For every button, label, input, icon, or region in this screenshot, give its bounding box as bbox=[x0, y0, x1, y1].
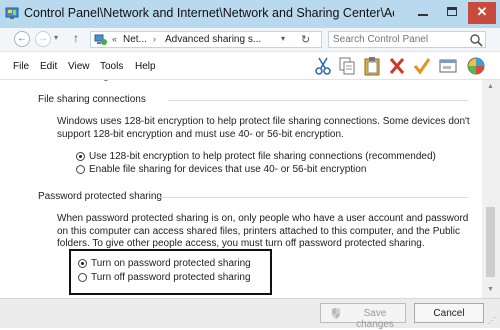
checkmark-icon[interactable] bbox=[412, 56, 432, 76]
breadcrumb-advanced-sharing[interactable]: Advanced sharing s... bbox=[165, 34, 261, 45]
globe-icon[interactable] bbox=[466, 56, 486, 76]
highlight-outline: Turn on password protected sharing Turn … bbox=[69, 249, 272, 295]
password-sharing-description: When password protected sharing is on, o… bbox=[57, 213, 469, 250]
network-location-icon bbox=[94, 34, 107, 45]
maximize-button[interactable] bbox=[444, 5, 462, 21]
save-changes-button[interactable]: Save changes bbox=[320, 303, 406, 330]
file-sharing-description: Windows uses 128-bit encryption to help … bbox=[57, 116, 470, 140]
search-box[interactable] bbox=[328, 31, 486, 48]
title-bar: Control Panel\Network and Internet\Netwo… bbox=[0, 0, 500, 28]
radio-button[interactable] bbox=[78, 273, 87, 282]
delete-icon[interactable] bbox=[387, 56, 407, 76]
recent-locations-dropdown[interactable]: ▾ bbox=[54, 33, 58, 42]
breadcrumb-network[interactable]: Net... bbox=[123, 34, 147, 45]
radio-button-selected[interactable] bbox=[78, 259, 87, 268]
search-icon[interactable] bbox=[469, 33, 483, 47]
copy-icon[interactable] bbox=[337, 56, 357, 76]
radio-turn-on-password-sharing[interactable]: Turn on password protected sharing bbox=[78, 258, 263, 270]
menu-edit[interactable]: Edit bbox=[40, 61, 57, 72]
minimize-button[interactable] bbox=[414, 5, 432, 21]
search-input[interactable] bbox=[333, 33, 463, 46]
properties-icon[interactable] bbox=[438, 56, 458, 76]
cut-icon[interactable] bbox=[313, 56, 333, 76]
uac-shield-icon bbox=[332, 308, 340, 319]
window-title: Control Panel\Network and Internet\Netwo… bbox=[24, 6, 394, 20]
menu-view[interactable]: View bbox=[68, 61, 90, 72]
address-bar: ← → ▾ ↑ « Net... › Advanced sharing s...… bbox=[0, 28, 500, 52]
scrollbar-thumb[interactable] bbox=[486, 207, 495, 277]
vertical-scrollbar[interactable]: ▲ ▼ bbox=[482, 80, 500, 298]
menu-bar: File Edit View Tools Help bbox=[0, 52, 500, 80]
back-button[interactable]: ← bbox=[14, 31, 30, 47]
section-divider bbox=[160, 197, 468, 198]
refresh-icon[interactable]: ↻ bbox=[301, 33, 310, 46]
radio-40-56-bit-encryption[interactable]: Enable file sharing for devices that use… bbox=[76, 164, 376, 176]
save-changes-label: Save changes bbox=[356, 308, 394, 330]
radio-button-selected[interactable] bbox=[76, 152, 85, 161]
radio-label[interactable]: Turn off password protected sharing bbox=[91, 272, 251, 283]
address-dropdown-icon[interactable]: ▾ bbox=[281, 34, 285, 43]
scroll-down-arrow-icon[interactable]: ▼ bbox=[487, 286, 494, 293]
resize-grip-icon[interactable]: ⋰ bbox=[488, 316, 496, 325]
cancel-button[interactable]: Cancel bbox=[414, 303, 484, 323]
address-box[interactable]: « Net... › Advanced sharing s... ▾ ↻ bbox=[90, 31, 322, 48]
radio-128-bit-encryption[interactable]: Use 128-bit encryption to help protect f… bbox=[76, 151, 436, 163]
up-button[interactable]: ↑ bbox=[73, 31, 79, 45]
menu-help[interactable]: Help bbox=[135, 61, 156, 72]
radio-label[interactable]: Turn on password protected sharing bbox=[91, 258, 251, 269]
control-panel-icon bbox=[5, 7, 19, 19]
scroll-up-arrow-icon[interactable]: ▲ bbox=[487, 83, 494, 90]
file-sharing-heading: File sharing connections bbox=[38, 94, 146, 105]
paste-icon[interactable] bbox=[362, 56, 382, 76]
forward-button[interactable]: → bbox=[35, 31, 51, 47]
menu-file[interactable]: File bbox=[13, 61, 29, 72]
password-sharing-heading: Password protected sharing bbox=[38, 191, 162, 202]
menu-tools[interactable]: Tools bbox=[100, 61, 123, 72]
clipped-link-fragment: File sharing connections bbox=[57, 80, 192, 85]
button-bar: Save changes Cancel bbox=[0, 298, 500, 330]
radio-label[interactable]: Enable file sharing for devices that use… bbox=[89, 164, 366, 175]
close-button[interactable]: ✕ bbox=[468, 2, 496, 24]
radio-button[interactable] bbox=[76, 165, 85, 174]
breadcrumb-overflow[interactable]: « bbox=[112, 34, 117, 44]
breadcrumb-separator[interactable]: › bbox=[153, 34, 156, 44]
radio-turn-off-password-sharing[interactable]: Turn off password protected sharing bbox=[78, 272, 263, 284]
section-divider bbox=[168, 100, 468, 101]
radio-label[interactable]: Use 128-bit encryption to help protect f… bbox=[89, 151, 436, 162]
close-icon: ✕ bbox=[476, 4, 488, 19]
